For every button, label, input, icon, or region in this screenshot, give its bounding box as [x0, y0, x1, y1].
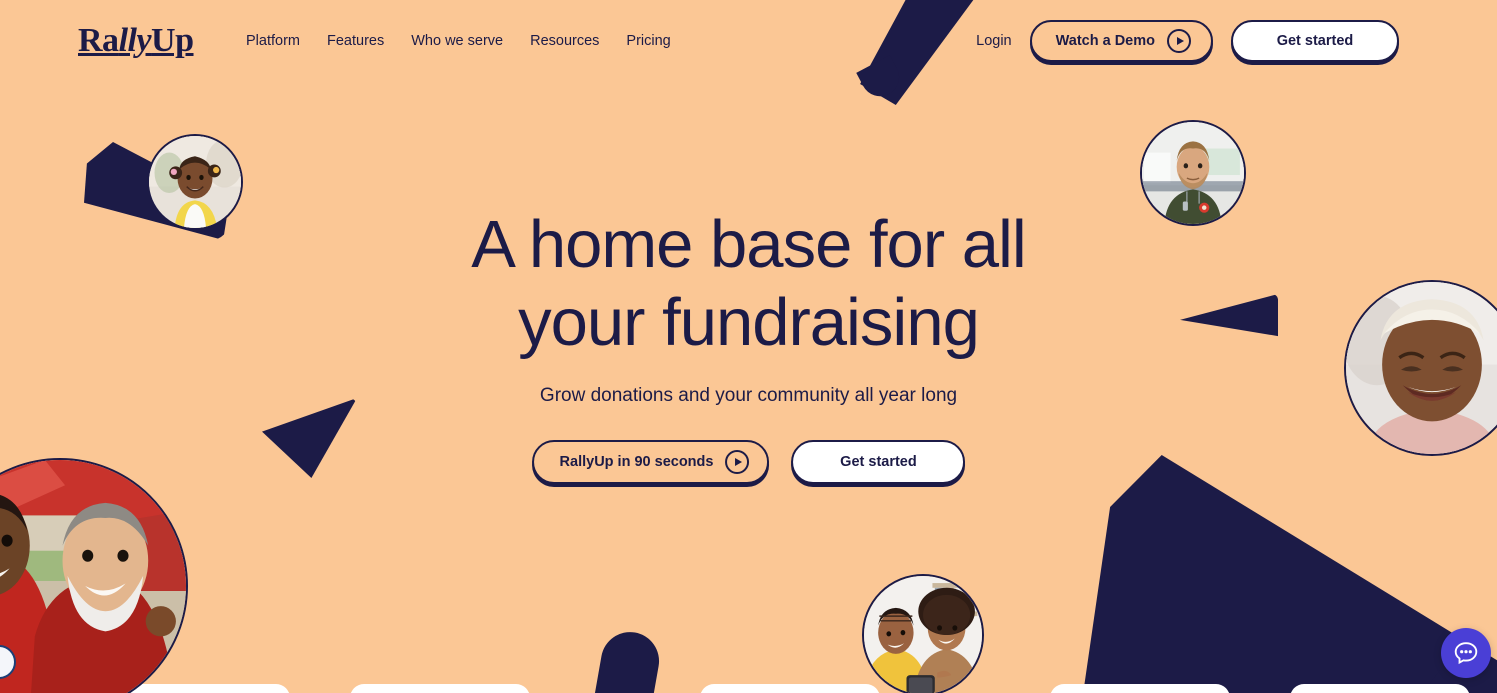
hero-page: RallyUp Platform Features Who we serve R…: [0, 0, 1497, 693]
hero-section: A home base for all your fundraising Gro…: [0, 0, 1497, 693]
decorative-triangle-left: [262, 398, 357, 478]
page-title: A home base for all your fundraising: [389, 206, 1109, 363]
logo-part-up: Up: [151, 22, 194, 59]
next-section-card: [1050, 684, 1230, 693]
nav-item-features[interactable]: Features: [327, 33, 384, 49]
logo-part-ra: Ra: [78, 22, 119, 59]
play-icon: [725, 450, 750, 474]
man-portrait: [1140, 120, 1246, 226]
chat-bubble-icon[interactable]: [1441, 628, 1491, 678]
login-link[interactable]: Login: [976, 33, 1011, 49]
hero-title-line2: your fundraising: [518, 285, 980, 361]
decorative-triangle-right: [1180, 294, 1278, 337]
get-started-button-hero[interactable]: Get started: [791, 440, 966, 484]
woman-laughing-portrait: [1344, 280, 1497, 456]
logo-part-lly: lly: [118, 22, 152, 59]
two-women-phone-portrait: [862, 574, 984, 693]
play-icon: [1167, 29, 1191, 53]
rallyup-90-seconds-button[interactable]: RallyUp in 90 seconds: [531, 440, 770, 484]
rallyup-90-seconds-label: RallyUp in 90 seconds: [559, 454, 714, 470]
watch-demo-label: Watch a Demo: [1055, 33, 1155, 49]
next-section-card: [700, 684, 880, 693]
nav-item-platform[interactable]: Platform: [246, 33, 300, 49]
site-header: RallyUp Platform Features Who we serve R…: [0, 0, 1497, 84]
get-started-button-header[interactable]: Get started: [1231, 20, 1399, 62]
decorative-wedge-bottom-right: [1080, 455, 1497, 693]
watch-demo-button[interactable]: Watch a Demo: [1029, 20, 1213, 62]
header-actions: Login Watch a Demo Get started: [976, 20, 1399, 62]
hero-subtitle: Grow donations and your community all ye…: [539, 385, 958, 406]
decorative-blob-bottom-center: [594, 627, 664, 693]
nav-item-resources[interactable]: Resources: [530, 33, 599, 49]
two-men-portrait: [0, 458, 188, 693]
get-started-label-hero: Get started: [840, 454, 917, 470]
hero-title-line1: A home base for all: [471, 207, 1027, 282]
hero-cta-group: RallyUp in 90 seconds Get started: [531, 440, 966, 484]
get-started-label-header: Get started: [1276, 33, 1354, 49]
next-section-card: [1290, 684, 1470, 693]
nav-item-who-we-serve[interactable]: Who we serve: [411, 33, 503, 49]
logo-rallyup[interactable]: RallyUp: [78, 22, 194, 60]
next-section-card: [350, 684, 530, 693]
nav-item-pricing[interactable]: Pricing: [626, 33, 670, 49]
main-navigation: Platform Features Who we serve Resources…: [246, 33, 671, 49]
child-portrait: [147, 134, 243, 230]
